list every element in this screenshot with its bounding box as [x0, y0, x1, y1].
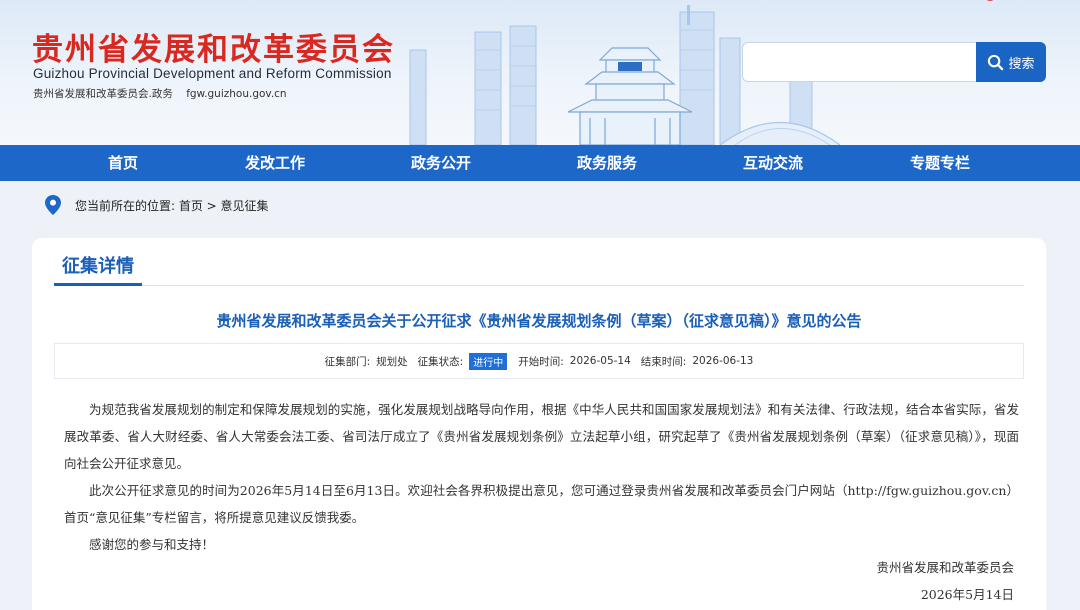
meta-dept-value: 规划处: [376, 355, 408, 368]
notice-signature: 贵州省发展和改革委员会 2026年5月14日: [876, 554, 1014, 608]
notification-dot: [984, 0, 996, 1]
site-logo-subline: 贵州省发展和改革委员会.政务 fgw.guizhou.gov.cn: [33, 86, 297, 101]
nav-item-home[interactable]: 首页: [108, 145, 138, 181]
meta-end-value: 2026-06-13: [692, 355, 754, 367]
tab-detail[interactable]: 征集详情: [54, 252, 142, 278]
breadcrumb-text: 您当前所在的位置: 首页 > 意见征集: [75, 199, 269, 213]
nav-item-work[interactable]: 发改工作: [245, 145, 305, 181]
search-button-label: 搜索: [1008, 56, 1035, 72]
nav-item-interaction[interactable]: 互动交流: [743, 145, 803, 181]
tab-active-indicator: [54, 283, 142, 286]
search-input[interactable]: [742, 42, 977, 82]
site-header: 贵州省发展和改革委员会 Guizhou Provincial Developme…: [0, 0, 1080, 145]
search-icon: [988, 54, 1004, 70]
notice-meta-bar: 征集部门: 规划处 征集状态: 进行中 开始时间: 2026-05-14 结束时…: [54, 343, 1024, 379]
body-paragraph-1: 为规范我省发展规划的制定和保障发展规划的实施，强化发展规划战略导向作用，根据《中…: [64, 402, 1019, 471]
meta-end-label: 结束时间:: [640, 355, 687, 368]
notice-body: 为规范我省发展规划的制定和保障发展规划的实施，强化发展规划战略导向作用，根据《中…: [64, 396, 1019, 558]
site-sub-name: 贵州省发展和改革委员会.政务: [33, 88, 173, 100]
meta-start-value: 2026-05-14: [569, 355, 631, 367]
body-paragraph-2: 此次公开征求意见的时间为2026年5月14日至6月13日。欢迎社会各界积极提出意…: [64, 483, 1019, 525]
meta-start-label: 开始时间:: [518, 355, 564, 368]
main-nav: 首页 发改工作 政务公开 政务服务 互动交流 专题专栏: [0, 145, 1080, 181]
meta-status-label: 征集状态:: [417, 355, 464, 368]
status-badge: 进行中: [469, 352, 508, 370]
tab-divider: [54, 285, 1024, 286]
nav-item-services[interactable]: 政务服务: [577, 145, 637, 181]
location-pin-icon: [45, 195, 61, 215]
site-logo-subtitle-en: Guizhou Provincial Development and Refor…: [33, 66, 392, 81]
site-sub-domain: fgw.guizhou.gov.cn: [186, 88, 287, 100]
nav-item-topics[interactable]: 专题专栏: [910, 145, 970, 181]
breadcrumb: 您当前所在的位置: 首页 > 意见征集: [0, 181, 1080, 229]
site-logo-title[interactable]: 贵州省发展和改革委员会: [32, 24, 395, 69]
meta-dept-label: 征集部门:: [324, 355, 371, 368]
search-button[interactable]: 搜索: [976, 42, 1046, 82]
nav-item-open-gov[interactable]: 政务公开: [411, 145, 471, 181]
content-card: 征集详情 贵州省发展和改革委员会关于公开征求《贵州省发展规划条例（草案）（征求意…: [32, 238, 1046, 610]
page-title: 贵州省发展和改革委员会关于公开征求《贵州省发展规划条例（草案）（征求意见稿）》意…: [216, 312, 862, 330]
signature-org: 贵州省发展和改革委员会: [876, 560, 1014, 575]
signature-date: 2026年5月14日: [920, 587, 1014, 602]
